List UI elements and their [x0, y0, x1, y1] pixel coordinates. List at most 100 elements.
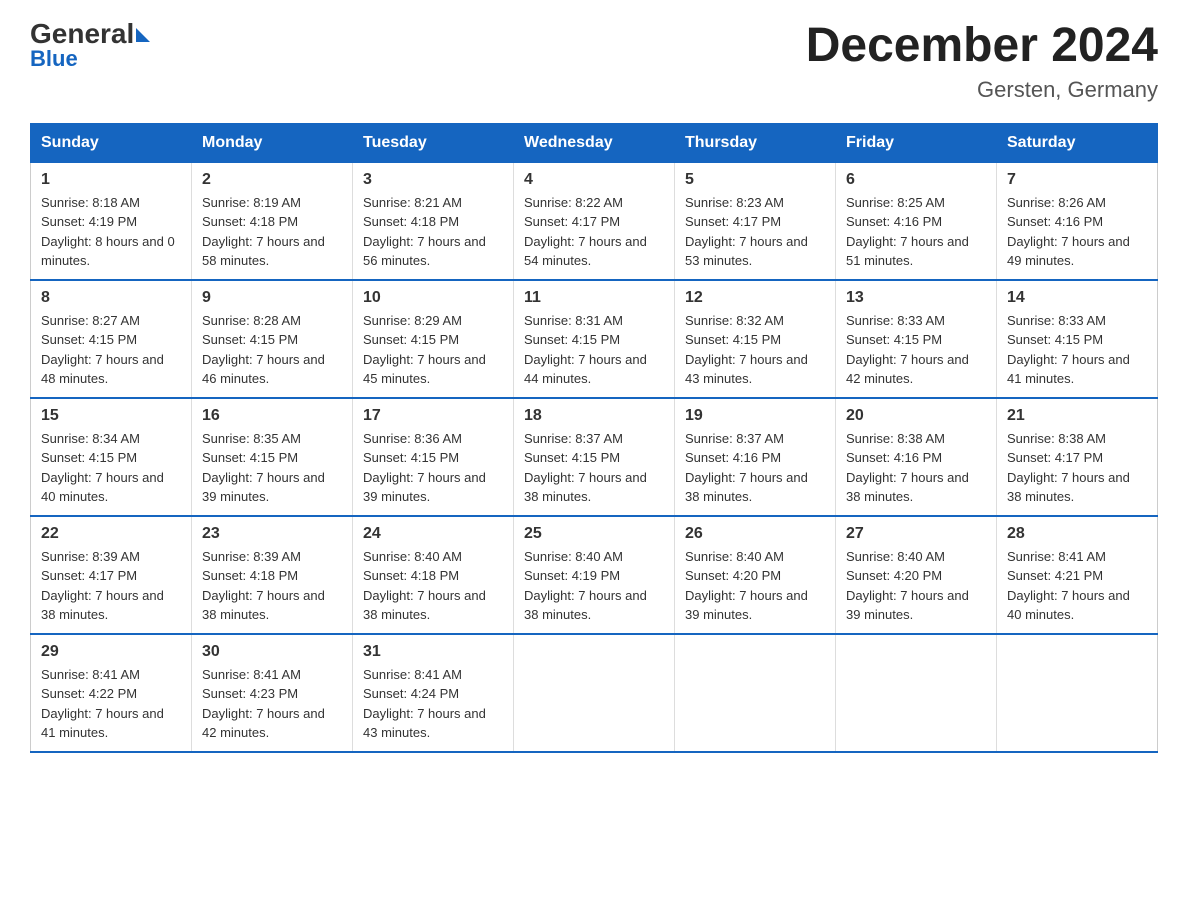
day-info: Sunrise: 8:39 AM Sunset: 4:18 PM Dayligh… — [202, 547, 342, 625]
day-info: Sunrise: 8:34 AM Sunset: 4:15 PM Dayligh… — [41, 429, 181, 507]
calendar-cell: 3 Sunrise: 8:21 AM Sunset: 4:18 PM Dayli… — [353, 162, 514, 280]
day-info: Sunrise: 8:31 AM Sunset: 4:15 PM Dayligh… — [524, 311, 664, 389]
calendar-cell: 12 Sunrise: 8:32 AM Sunset: 4:15 PM Dayl… — [675, 280, 836, 398]
calendar-cell: 9 Sunrise: 8:28 AM Sunset: 4:15 PM Dayli… — [192, 280, 353, 398]
month-title: December 2024 — [806, 20, 1158, 73]
day-info: Sunrise: 8:32 AM Sunset: 4:15 PM Dayligh… — [685, 311, 825, 389]
header-tuesday: Tuesday — [353, 123, 514, 162]
day-number: 20 — [846, 407, 986, 425]
calendar-cell: 30 Sunrise: 8:41 AM Sunset: 4:23 PM Dayl… — [192, 634, 353, 752]
day-number: 5 — [685, 171, 825, 189]
calendar-cell: 17 Sunrise: 8:36 AM Sunset: 4:15 PM Dayl… — [353, 398, 514, 516]
day-info: Sunrise: 8:40 AM Sunset: 4:20 PM Dayligh… — [685, 547, 825, 625]
day-info: Sunrise: 8:19 AM Sunset: 4:18 PM Dayligh… — [202, 193, 342, 271]
day-info: Sunrise: 8:40 AM Sunset: 4:20 PM Dayligh… — [846, 547, 986, 625]
calendar-cell: 15 Sunrise: 8:34 AM Sunset: 4:15 PM Dayl… — [31, 398, 192, 516]
logo-general-text: General — [30, 20, 134, 48]
calendar-week-row: 22 Sunrise: 8:39 AM Sunset: 4:17 PM Dayl… — [31, 516, 1158, 634]
day-number: 24 — [363, 525, 503, 543]
calendar-cell: 13 Sunrise: 8:33 AM Sunset: 4:15 PM Dayl… — [836, 280, 997, 398]
day-number: 11 — [524, 289, 664, 307]
calendar-cell — [675, 634, 836, 752]
day-number: 31 — [363, 643, 503, 661]
day-info: Sunrise: 8:35 AM Sunset: 4:15 PM Dayligh… — [202, 429, 342, 507]
calendar-cell: 16 Sunrise: 8:35 AM Sunset: 4:15 PM Dayl… — [192, 398, 353, 516]
day-number: 9 — [202, 289, 342, 307]
calendar-cell: 22 Sunrise: 8:39 AM Sunset: 4:17 PM Dayl… — [31, 516, 192, 634]
day-number: 25 — [524, 525, 664, 543]
day-number: 4 — [524, 171, 664, 189]
day-info: Sunrise: 8:36 AM Sunset: 4:15 PM Dayligh… — [363, 429, 503, 507]
day-info: Sunrise: 8:23 AM Sunset: 4:17 PM Dayligh… — [685, 193, 825, 271]
day-info: Sunrise: 8:40 AM Sunset: 4:18 PM Dayligh… — [363, 547, 503, 625]
calendar-cell: 25 Sunrise: 8:40 AM Sunset: 4:19 PM Dayl… — [514, 516, 675, 634]
day-info: Sunrise: 8:41 AM Sunset: 4:22 PM Dayligh… — [41, 665, 181, 743]
calendar-cell: 10 Sunrise: 8:29 AM Sunset: 4:15 PM Dayl… — [353, 280, 514, 398]
calendar-week-row: 29 Sunrise: 8:41 AM Sunset: 4:22 PM Dayl… — [31, 634, 1158, 752]
day-info: Sunrise: 8:28 AM Sunset: 4:15 PM Dayligh… — [202, 311, 342, 389]
title-section: December 2024 Gersten, Germany — [806, 20, 1158, 103]
calendar-cell: 8 Sunrise: 8:27 AM Sunset: 4:15 PM Dayli… — [31, 280, 192, 398]
calendar-cell: 7 Sunrise: 8:26 AM Sunset: 4:16 PM Dayli… — [997, 162, 1158, 280]
day-number: 22 — [41, 525, 181, 543]
day-number: 27 — [846, 525, 986, 543]
day-number: 3 — [363, 171, 503, 189]
day-info: Sunrise: 8:33 AM Sunset: 4:15 PM Dayligh… — [846, 311, 986, 389]
calendar-week-row: 8 Sunrise: 8:27 AM Sunset: 4:15 PM Dayli… — [31, 280, 1158, 398]
day-info: Sunrise: 8:41 AM Sunset: 4:24 PM Dayligh… — [363, 665, 503, 743]
calendar-cell: 2 Sunrise: 8:19 AM Sunset: 4:18 PM Dayli… — [192, 162, 353, 280]
day-info: Sunrise: 8:38 AM Sunset: 4:16 PM Dayligh… — [846, 429, 986, 507]
calendar-cell: 31 Sunrise: 8:41 AM Sunset: 4:24 PM Dayl… — [353, 634, 514, 752]
header-sunday: Sunday — [31, 123, 192, 162]
calendar-cell: 20 Sunrise: 8:38 AM Sunset: 4:16 PM Dayl… — [836, 398, 997, 516]
day-number: 26 — [685, 525, 825, 543]
day-info: Sunrise: 8:26 AM Sunset: 4:16 PM Dayligh… — [1007, 193, 1147, 271]
logo-arrow-icon — [136, 28, 150, 42]
day-info: Sunrise: 8:27 AM Sunset: 4:15 PM Dayligh… — [41, 311, 181, 389]
calendar-cell — [997, 634, 1158, 752]
calendar-cell: 21 Sunrise: 8:38 AM Sunset: 4:17 PM Dayl… — [997, 398, 1158, 516]
header-saturday: Saturday — [997, 123, 1158, 162]
day-number: 7 — [1007, 171, 1147, 189]
calendar-cell: 4 Sunrise: 8:22 AM Sunset: 4:17 PM Dayli… — [514, 162, 675, 280]
day-info: Sunrise: 8:37 AM Sunset: 4:16 PM Dayligh… — [685, 429, 825, 507]
calendar-cell: 5 Sunrise: 8:23 AM Sunset: 4:17 PM Dayli… — [675, 162, 836, 280]
day-number: 10 — [363, 289, 503, 307]
calendar-cell: 27 Sunrise: 8:40 AM Sunset: 4:20 PM Dayl… — [836, 516, 997, 634]
day-info: Sunrise: 8:33 AM Sunset: 4:15 PM Dayligh… — [1007, 311, 1147, 389]
calendar-cell: 23 Sunrise: 8:39 AM Sunset: 4:18 PM Dayl… — [192, 516, 353, 634]
day-info: Sunrise: 8:38 AM Sunset: 4:17 PM Dayligh… — [1007, 429, 1147, 507]
page-header: General Blue December 2024 Gersten, Germ… — [30, 20, 1158, 103]
day-number: 13 — [846, 289, 986, 307]
day-info: Sunrise: 8:40 AM Sunset: 4:19 PM Dayligh… — [524, 547, 664, 625]
day-number: 8 — [41, 289, 181, 307]
day-info: Sunrise: 8:37 AM Sunset: 4:15 PM Dayligh… — [524, 429, 664, 507]
day-number: 1 — [41, 171, 181, 189]
day-info: Sunrise: 8:18 AM Sunset: 4:19 PM Dayligh… — [41, 193, 181, 271]
day-number: 17 — [363, 407, 503, 425]
calendar-cell: 1 Sunrise: 8:18 AM Sunset: 4:19 PM Dayli… — [31, 162, 192, 280]
calendar-table: SundayMondayTuesdayWednesdayThursdayFrid… — [30, 123, 1158, 753]
day-number: 2 — [202, 171, 342, 189]
calendar-cell — [514, 634, 675, 752]
calendar-cell: 26 Sunrise: 8:40 AM Sunset: 4:20 PM Dayl… — [675, 516, 836, 634]
day-info: Sunrise: 8:22 AM Sunset: 4:17 PM Dayligh… — [524, 193, 664, 271]
header-monday: Monday — [192, 123, 353, 162]
header-thursday: Thursday — [675, 123, 836, 162]
day-number: 30 — [202, 643, 342, 661]
calendar-cell: 29 Sunrise: 8:41 AM Sunset: 4:22 PM Dayl… — [31, 634, 192, 752]
day-number: 23 — [202, 525, 342, 543]
day-number: 18 — [524, 407, 664, 425]
calendar-cell: 14 Sunrise: 8:33 AM Sunset: 4:15 PM Dayl… — [997, 280, 1158, 398]
day-number: 14 — [1007, 289, 1147, 307]
logo: General Blue — [30, 20, 150, 72]
day-number: 29 — [41, 643, 181, 661]
day-info: Sunrise: 8:21 AM Sunset: 4:18 PM Dayligh… — [363, 193, 503, 271]
day-number: 16 — [202, 407, 342, 425]
day-info: Sunrise: 8:41 AM Sunset: 4:21 PM Dayligh… — [1007, 547, 1147, 625]
day-number: 21 — [1007, 407, 1147, 425]
day-info: Sunrise: 8:41 AM Sunset: 4:23 PM Dayligh… — [202, 665, 342, 743]
day-info: Sunrise: 8:25 AM Sunset: 4:16 PM Dayligh… — [846, 193, 986, 271]
calendar-cell: 24 Sunrise: 8:40 AM Sunset: 4:18 PM Dayl… — [353, 516, 514, 634]
location-label: Gersten, Germany — [806, 77, 1158, 103]
